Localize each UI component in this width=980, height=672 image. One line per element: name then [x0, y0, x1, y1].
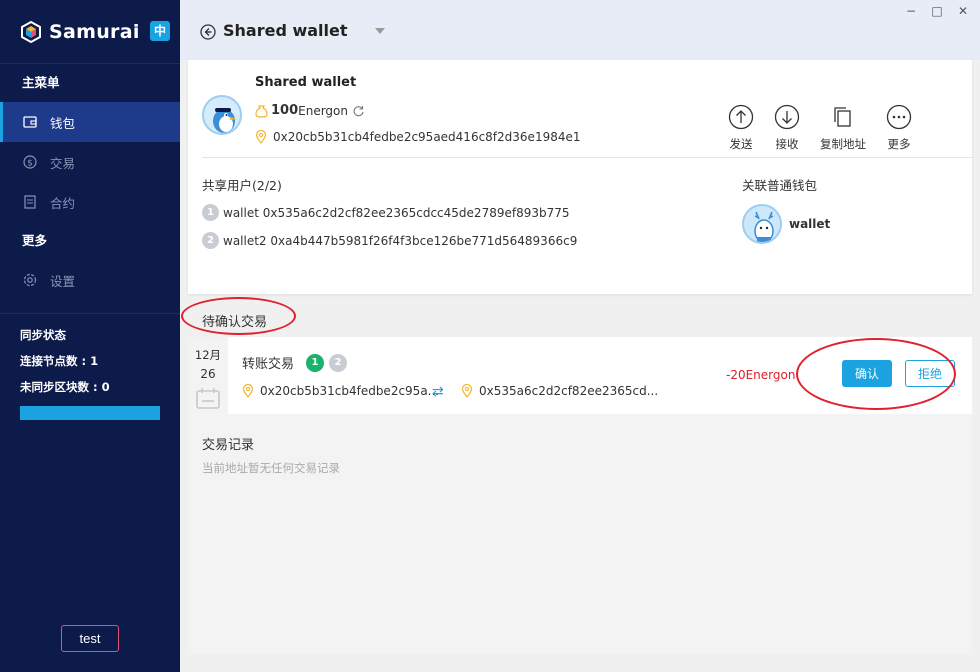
copy-address-label: 复制地址: [820, 137, 866, 151]
location-pin-icon: [461, 384, 473, 398]
wallet-address: 0x20cb5b31cb4fedbe2c95aed416c8f2d36e1984…: [255, 130, 581, 144]
history-title: 交易记录: [202, 438, 255, 453]
test-button[interactable]: test: [61, 625, 119, 652]
receive-label: 接收: [775, 137, 799, 151]
linked-wallet-name: wallet: [789, 217, 831, 231]
wallet-avatar: [202, 95, 242, 135]
sidebar-item-label: 钱包: [50, 115, 76, 131]
language-toggle[interactable]: 中: [150, 21, 170, 41]
shared-member: 2 wallet2 0xa4b447b5981f26f4f3bce126be77…: [202, 232, 577, 249]
minimize-button[interactable]: −: [904, 4, 918, 18]
tx-type: 转账交易 1 2: [242, 353, 348, 372]
sidebar-item-settings[interactable]: 设置: [0, 260, 180, 300]
deer-avatar-icon: [754, 211, 774, 242]
contract-icon: [22, 194, 38, 210]
wallet-balance: 100 Energon: [255, 103, 365, 118]
connected-nodes: 连接节点数 : 1: [20, 354, 99, 368]
chevron-down-icon[interactable]: [375, 28, 385, 34]
sidebar-item-contracts[interactable]: 合约: [0, 182, 180, 222]
tx-from-text: 0x20cb5b31cb4fedbe2c95a...: [260, 384, 440, 398]
tx-month: 12月: [194, 348, 222, 362]
location-pin-icon: [242, 384, 254, 398]
annotation-oval: [796, 338, 956, 410]
close-button[interactable]: ✕: [956, 4, 970, 18]
signature-badge-signed: 1: [306, 353, 325, 372]
member-index: 2: [202, 232, 219, 249]
signature-badge-pending: 2: [329, 353, 348, 372]
annotation-oval: [181, 297, 296, 335]
copy-address-button[interactable]: 复制地址: [820, 104, 866, 152]
samurai-logo-icon: [21, 20, 41, 43]
linked-wallet-title: 关联普通钱包: [742, 178, 818, 193]
tx-day: 26: [200, 367, 216, 381]
app-name: Samurai: [49, 20, 140, 43]
shared-users-title: 共享用户(2/2): [202, 178, 282, 193]
history-empty-message: 当前地址暂无任何交易记录: [202, 461, 340, 475]
location-pin-icon: [255, 130, 267, 144]
wallet-card: Shared wallet 100 Energon 0x20cb5b31cb4f…: [188, 60, 972, 294]
calendar-icon: [196, 388, 220, 409]
send-label: 发送: [729, 137, 753, 151]
balance-unit: Energon: [298, 103, 348, 118]
sidebar-item-label: 合约: [50, 195, 76, 211]
receive-button[interactable]: 接收: [774, 104, 800, 152]
svg-text:$: $: [27, 159, 33, 169]
dollar-icon: $: [22, 154, 38, 170]
more-label: 更多: [887, 137, 911, 151]
unsynced-blocks: 未同步区块数 : 0: [20, 380, 110, 394]
gear-icon: [22, 272, 38, 288]
shared-member: 1 wallet 0x535a6c2d2cf82ee2365cdcc45de27…: [202, 204, 570, 221]
transaction-history: 交易记录 当前地址暂无任何交易记录: [188, 414, 972, 654]
arrow-down-icon: [774, 104, 800, 130]
sync-progress-bar: [20, 406, 160, 420]
more-title: 更多: [22, 233, 48, 248]
wallet-name: Shared wallet: [255, 75, 357, 90]
arrow-up-icon: [728, 104, 754, 130]
money-bag-icon: [255, 104, 268, 118]
page-title: Shared wallet: [223, 21, 348, 40]
member-index: 1: [202, 204, 219, 221]
more-icon: [886, 104, 912, 130]
transfer-arrows-icon: ⇄: [432, 384, 444, 400]
balance-value: 100: [271, 103, 299, 118]
sidebar: Samurai 中 主菜单 钱包 $ 交易 合约 更多 设置 同步状态 连接节点…: [0, 0, 180, 672]
linked-wallet-avatar[interactable]: [742, 204, 782, 244]
maximize-button[interactable]: □: [930, 4, 944, 18]
tx-date: 12月 26: [188, 337, 228, 414]
tx-from-address: 0x20cb5b31cb4fedbe2c95a...: [242, 384, 439, 398]
main-menu-title: 主菜单: [22, 75, 60, 90]
sync-title: 同步状态: [20, 328, 66, 342]
wallet-actions: 发送 接收 复制地址 更多: [728, 104, 932, 152]
tx-to-address: 0x535a6c2d2cf82ee2365cd...: [461, 384, 658, 398]
divider: [202, 157, 972, 158]
send-button[interactable]: 发送: [728, 104, 754, 152]
header: Shared wallet − □ ✕: [180, 0, 980, 60]
tx-type-label: 转账交易: [242, 357, 295, 372]
sidebar-item-label: 交易: [50, 155, 76, 171]
copy-icon: [834, 107, 851, 127]
tx-to-text: 0x535a6c2d2cf82ee2365cd...: [479, 384, 659, 398]
member-text: wallet2 0xa4b447b5981f26f4f3bce126be771d…: [223, 233, 578, 248]
back-arrow-icon[interactable]: [200, 24, 216, 40]
wallet-icon: [22, 114, 38, 130]
refresh-icon[interactable]: [352, 104, 365, 117]
tx-amount: -20Energon: [726, 368, 796, 382]
member-text: wallet 0x535a6c2d2cf82ee2365cdcc45de2789…: [223, 205, 570, 220]
bird-avatar-icon: [213, 108, 237, 133]
wallet-address-text: 0x20cb5b31cb4fedbe2c95aed416c8f2d36e1984…: [273, 130, 581, 144]
sidebar-item-transactions[interactable]: $ 交易: [0, 142, 180, 182]
sidebar-item-wallet[interactable]: 钱包: [0, 102, 180, 142]
sidebar-item-label: 设置: [50, 273, 76, 289]
sync-status: 同步状态 连接节点数 : 1 未同步区块数 : 0: [0, 313, 180, 420]
more-button[interactable]: 更多: [886, 104, 912, 152]
